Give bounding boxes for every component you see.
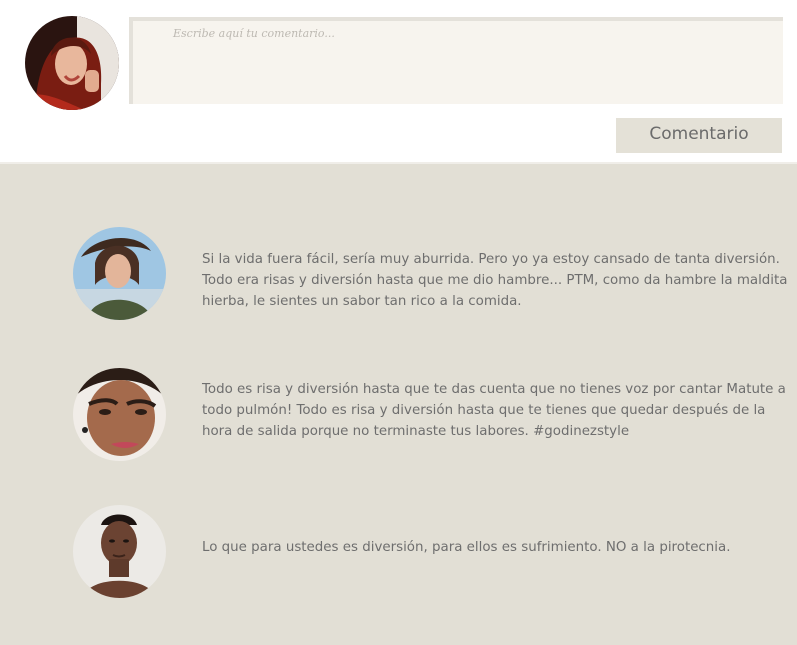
current-user-avatar: [25, 16, 119, 110]
comment-input[interactable]: [129, 17, 783, 104]
comment-text: Lo que para ustedes es diversión, para e…: [202, 540, 731, 555]
commenter-avatar: [73, 505, 166, 598]
commenter-avatar: [73, 368, 166, 461]
comment-composer: Comentario: [0, 0, 797, 162]
comment-text: Todo es risa y diversión hasta que te da…: [202, 382, 786, 439]
submit-comment-button[interactable]: Comentario: [616, 118, 782, 153]
man-portrait-icon: [73, 505, 166, 598]
comment-text: Si la vida fuera fácil, sería muy aburri…: [202, 252, 788, 309]
woman-portrait-icon: [73, 227, 166, 320]
commenter-avatar: [73, 227, 166, 320]
comment-feed: Si la vida fuera fácil, sería muy aburri…: [0, 162, 797, 645]
user-photo-icon: [25, 16, 119, 110]
man-portrait-icon: [73, 368, 166, 461]
